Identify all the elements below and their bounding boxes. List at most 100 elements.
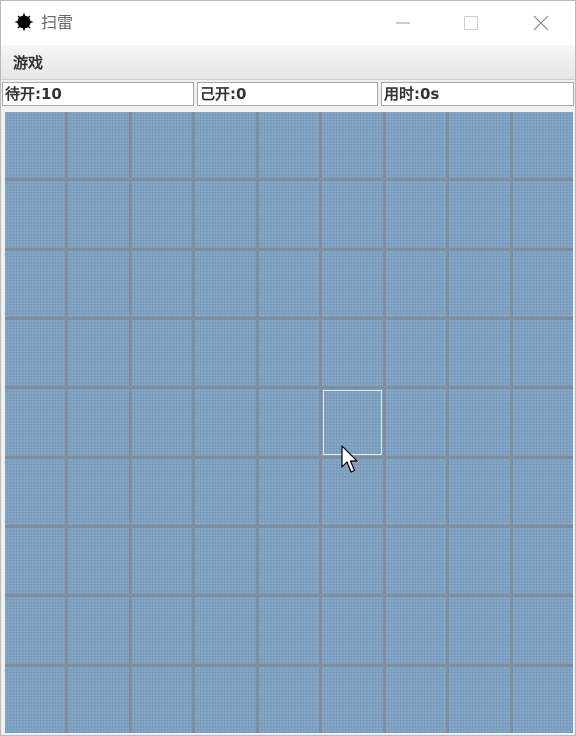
- mine-cell-r7-c3[interactable]: [131, 528, 193, 595]
- mine-cell-r6-c3[interactable]: [131, 458, 193, 525]
- mine-cell-r5-c7[interactable]: [385, 389, 447, 456]
- mine-cell-r7-c6[interactable]: [322, 528, 383, 595]
- pending-value: 10: [41, 85, 62, 103]
- mine-cell-r3-c4[interactable]: [195, 250, 256, 317]
- mine-cell-r9-c4[interactable]: [195, 666, 256, 733]
- mine-cell-r2-c9[interactable]: [512, 181, 573, 248]
- mine-cell-r2-c2[interactable]: [68, 181, 129, 248]
- mine-cell-r4-c2[interactable]: [68, 320, 129, 387]
- mine-cell-r1-c4[interactable]: [195, 112, 256, 179]
- mine-cell-r9-c3[interactable]: [131, 666, 193, 733]
- mine-cell-r7-c4[interactable]: [195, 528, 256, 595]
- minimize-icon: [396, 22, 410, 24]
- mine-cell-r9-c8[interactable]: [449, 666, 510, 733]
- mine-cell-r6-c9[interactable]: [512, 458, 573, 525]
- mine-cell-r6-c4[interactable]: [195, 458, 256, 525]
- mine-cell-r5-c6[interactable]: [322, 389, 383, 456]
- opened-count-field: 己开:0: [197, 82, 378, 106]
- mine-cell-r9-c6[interactable]: [322, 666, 383, 733]
- mine-cell-r4-c8[interactable]: [449, 320, 510, 387]
- mine-cell-r6-c7[interactable]: [385, 458, 447, 525]
- mine-cell-r7-c9[interactable]: [512, 528, 573, 595]
- mine-cell-r1-c7[interactable]: [385, 112, 447, 179]
- mine-cell-r1-c2[interactable]: [68, 112, 129, 179]
- mine-cell-r9-c9[interactable]: [512, 666, 573, 733]
- mine-cell-r2-c5[interactable]: [258, 181, 320, 248]
- mine-cell-r3-c5[interactable]: [258, 250, 320, 317]
- mine-cell-r8-c6[interactable]: [322, 597, 383, 664]
- mine-cell-r8-c2[interactable]: [68, 597, 129, 664]
- opened-label: 己开:: [200, 85, 236, 103]
- mine-cell-r2-c3[interactable]: [131, 181, 193, 248]
- maximize-button[interactable]: [437, 1, 505, 45]
- mine-cell-r8-c5[interactable]: [258, 597, 320, 664]
- mine-cell-r7-c7[interactable]: [385, 528, 447, 595]
- mine-cell-r1-c5[interactable]: [258, 112, 320, 179]
- mine-cell-r9-c7[interactable]: [385, 666, 447, 733]
- mine-cell-r6-c8[interactable]: [449, 458, 510, 525]
- mine-cell-r5-c3[interactable]: [131, 389, 193, 456]
- mine-cell-r5-c2[interactable]: [68, 389, 129, 456]
- mine-cell-r9-c2[interactable]: [68, 666, 129, 733]
- mine-cell-r8-c3[interactable]: [131, 597, 193, 664]
- mine-cell-r7-c2[interactable]: [68, 528, 129, 595]
- elapsed-time-field: 用时:0s: [381, 82, 574, 106]
- mine-icon: [15, 13, 33, 31]
- mine-cell-r1-c3[interactable]: [131, 112, 193, 179]
- mine-cell-r8-c4[interactable]: [195, 597, 256, 664]
- mine-cell-r3-c8[interactable]: [449, 250, 510, 317]
- window-title: 扫雷: [41, 13, 74, 32]
- mine-cell-r4-c7[interactable]: [385, 320, 447, 387]
- mine-cell-r8-c9[interactable]: [512, 597, 573, 664]
- close-icon: [533, 15, 549, 31]
- mine-cell-r5-c4[interactable]: [195, 389, 256, 456]
- pending-label: 待开:: [5, 85, 41, 103]
- mine-cell-r4-c3[interactable]: [131, 320, 193, 387]
- mine-cell-r2-c7[interactable]: [385, 181, 447, 248]
- mine-cell-r2-c8[interactable]: [449, 181, 510, 248]
- mine-cell-r9-c1[interactable]: [5, 666, 66, 733]
- time-label: 用时:: [384, 85, 420, 103]
- mine-cell-r8-c1[interactable]: [5, 597, 66, 664]
- mine-cell-r7-c5[interactable]: [258, 528, 320, 595]
- mine-cell-r3-c1[interactable]: [5, 250, 66, 317]
- opened-value: 0: [236, 85, 247, 103]
- mine-cell-r4-c4[interactable]: [195, 320, 256, 387]
- mine-cell-r3-c7[interactable]: [385, 250, 447, 317]
- pending-count-field: 待开:10: [2, 82, 194, 106]
- mine-cell-r5-c1[interactable]: [5, 389, 66, 456]
- mine-cell-r5-c5[interactable]: [258, 389, 320, 456]
- mine-cell-r4-c1[interactable]: [5, 320, 66, 387]
- mine-cell-r1-c9[interactable]: [512, 112, 573, 179]
- mine-cell-r6-c6[interactable]: [322, 458, 383, 525]
- mine-cell-r4-c5[interactable]: [258, 320, 320, 387]
- mine-cell-r3-c3[interactable]: [131, 250, 193, 317]
- mine-cell-r3-c9[interactable]: [512, 250, 573, 317]
- mine-cell-r8-c7[interactable]: [385, 597, 447, 664]
- time-value: 0s: [420, 85, 440, 103]
- mine-cell-r7-c8[interactable]: [449, 528, 510, 595]
- mine-cell-r5-c8[interactable]: [449, 389, 510, 456]
- mine-cell-r1-c8[interactable]: [449, 112, 510, 179]
- mine-cell-r8-c8[interactable]: [449, 597, 510, 664]
- mine-cell-r6-c2[interactable]: [68, 458, 129, 525]
- close-button[interactable]: [507, 1, 575, 45]
- mine-cell-r4-c9[interactable]: [512, 320, 573, 387]
- mine-cell-r3-c2[interactable]: [68, 250, 129, 317]
- mine-cell-r1-c1[interactable]: [5, 112, 66, 179]
- mine-cell-r3-c6[interactable]: [322, 250, 383, 317]
- mine-cell-r2-c1[interactable]: [5, 181, 66, 248]
- mine-board: [5, 112, 573, 733]
- mine-cell-r2-c4[interactable]: [195, 181, 256, 248]
- mine-cell-r9-c5[interactable]: [258, 666, 320, 733]
- mine-cell-r4-c6[interactable]: [322, 320, 383, 387]
- mine-cell-r7-c1[interactable]: [5, 528, 66, 595]
- title-bar[interactable]: 扫雷: [1, 1, 575, 45]
- mine-cell-r2-c6[interactable]: [322, 181, 383, 248]
- mine-cell-r6-c1[interactable]: [5, 458, 66, 525]
- menu-game[interactable]: 游戏: [11, 52, 45, 73]
- mine-cell-r1-c6[interactable]: [322, 112, 383, 179]
- minimize-button[interactable]: [369, 1, 437, 45]
- mine-cell-r5-c9[interactable]: [512, 389, 573, 456]
- mine-cell-r6-c5[interactable]: [258, 458, 320, 525]
